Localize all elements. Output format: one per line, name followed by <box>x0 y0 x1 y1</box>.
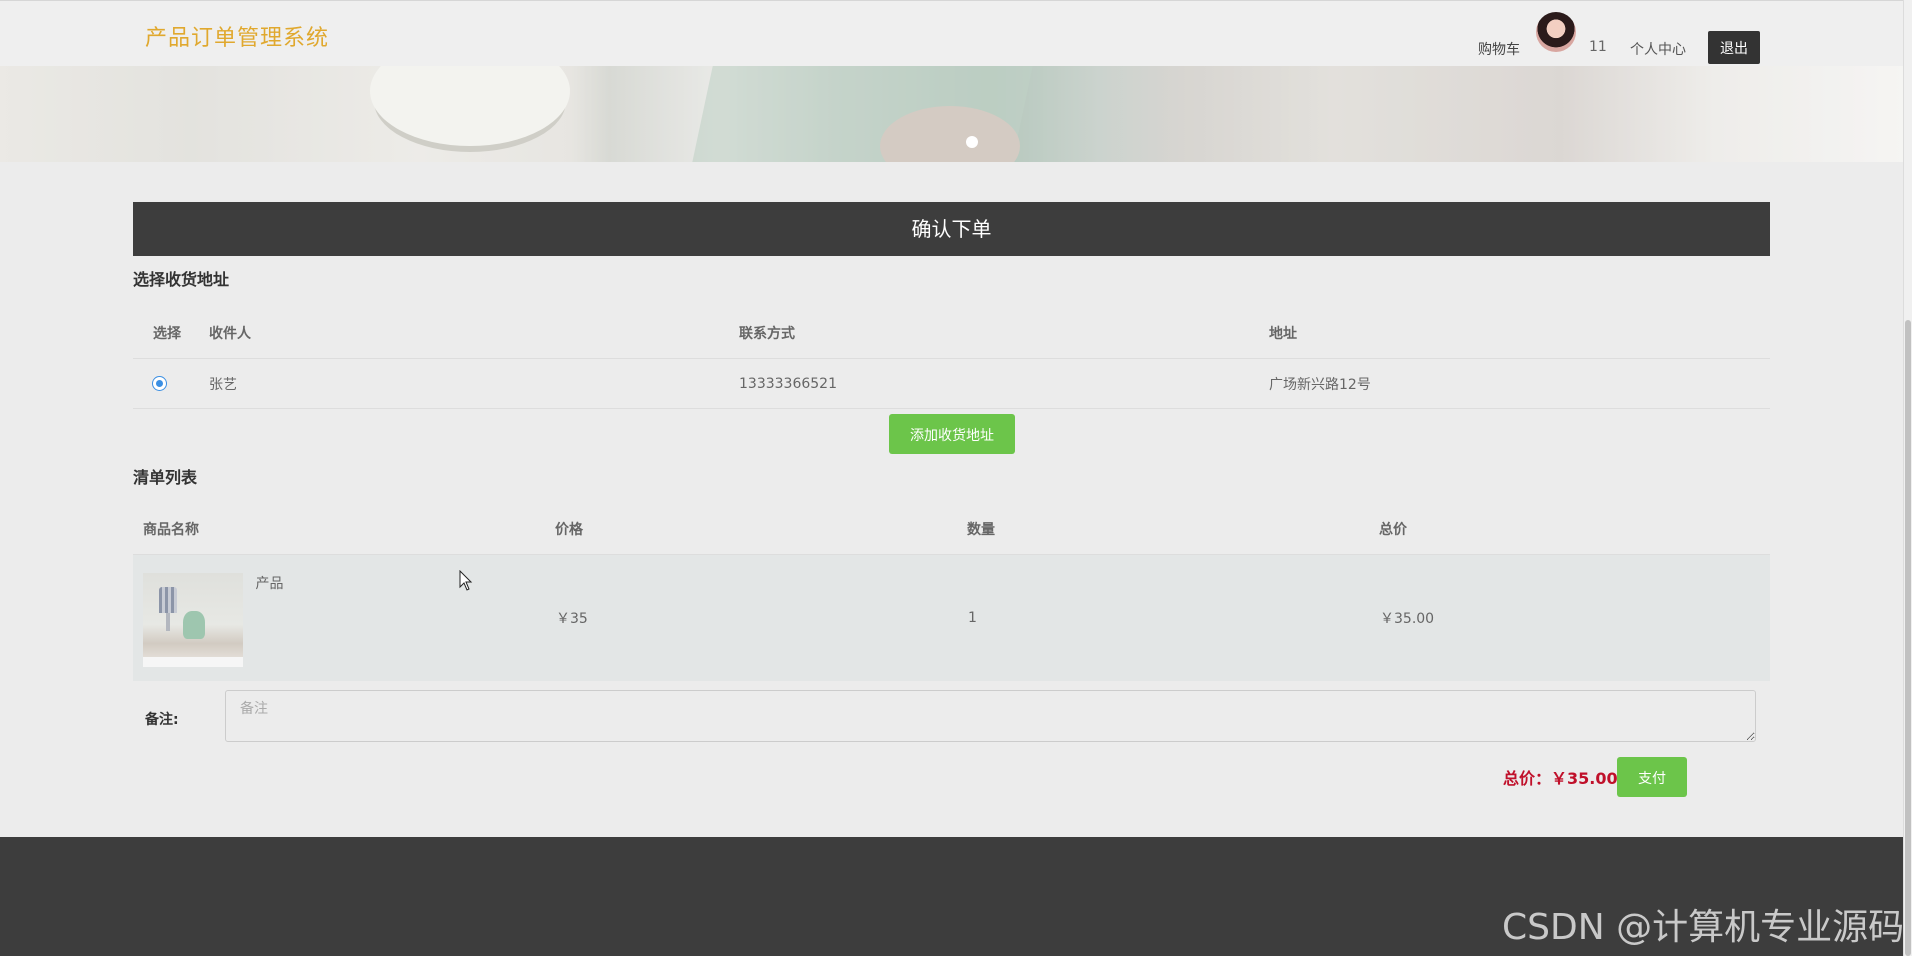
recipient-name: 张艺 <box>208 358 738 409</box>
column-header: 选择 <box>133 308 208 359</box>
banner-carousel <box>0 66 1904 162</box>
site-brand[interactable]: 产品订单管理系统 <box>145 20 329 52</box>
recipient-phone: 13333366521 <box>738 358 1268 409</box>
column-header: 价格 <box>554 504 966 555</box>
add-address-button[interactable]: 添加收货地址 <box>889 414 1015 454</box>
page: 产品订单管理系统 购物车 11 个人中心 退出 确认下单 选择收货地址 选择 收… <box>0 0 1904 956</box>
logout-button[interactable]: 退出 <box>1708 31 1760 64</box>
product-cell: 产品 <box>133 555 554 681</box>
order-total: 总价：￥35.00 <box>1503 769 1618 788</box>
product-image-detail <box>143 657 243 667</box>
user-center-link[interactable]: 个人中心 <box>1630 39 1686 59</box>
product-total: ￥35.00 <box>1380 610 1435 627</box>
product-quantity: 1 <box>968 609 977 626</box>
banner-overlay <box>0 66 1904 162</box>
column-header: 收件人 <box>208 308 738 359</box>
list-section-title: 清单列表 <box>133 468 198 487</box>
product-image[interactable] <box>143 573 243 667</box>
table-row[interactable]: 张艺 13333366521 广场新兴路12号 <box>133 358 1770 409</box>
page-title: 确认下单 <box>133 202 1770 256</box>
address-select-cell <box>133 358 208 409</box>
top-nav: 产品订单管理系统 购物车 11 个人中心 退出 <box>0 0 1904 67</box>
cart-link[interactable]: 购物车 <box>1478 39 1520 59</box>
scrollbar-thumb[interactable] <box>1905 320 1911 956</box>
pay-button[interactable]: 支付 <box>1617 757 1687 797</box>
mouse-cursor-icon <box>459 570 473 591</box>
cart-count: 11 <box>1589 39 1607 55</box>
column-header: 总价 <box>1378 504 1770 555</box>
user-avatar[interactable] <box>1536 12 1576 52</box>
product-price: ￥35 <box>556 610 588 627</box>
note-textarea[interactable] <box>225 690 1756 742</box>
column-header: 地址 <box>1268 308 1770 359</box>
address-section-title: 选择收货地址 <box>133 270 230 289</box>
column-header: 联系方式 <box>738 308 1268 359</box>
watermark-text: CSDN @计算机专业源码 <box>1502 907 1905 948</box>
product-image-detail <box>183 611 205 639</box>
table-header-row: 商品名称 价格 数量 总价 <box>133 504 1770 555</box>
carousel-indicator-dot[interactable] <box>966 136 978 148</box>
product-image-detail <box>166 613 170 631</box>
address-radio[interactable] <box>152 376 167 391</box>
order-list-table: 商品名称 价格 数量 总价 产品 ￥35 1 ￥35.00 <box>133 504 1770 681</box>
table-row: 产品 ￥35 1 ￥35.00 <box>133 554 1770 681</box>
note-label: 备注: <box>145 712 179 728</box>
address-table: 选择 收件人 联系方式 地址 张艺 13333366521 广场新兴路12号 <box>133 308 1770 409</box>
product-name[interactable]: 产品 <box>255 573 283 593</box>
page-scrollbar[interactable] <box>1903 0 1912 956</box>
column-header: 数量 <box>966 504 1378 555</box>
table-header-row: 选择 收件人 联系方式 地址 <box>133 308 1770 359</box>
column-header: 商品名称 <box>133 504 554 555</box>
recipient-address: 广场新兴路12号 <box>1268 358 1770 409</box>
product-image-detail <box>159 587 177 613</box>
